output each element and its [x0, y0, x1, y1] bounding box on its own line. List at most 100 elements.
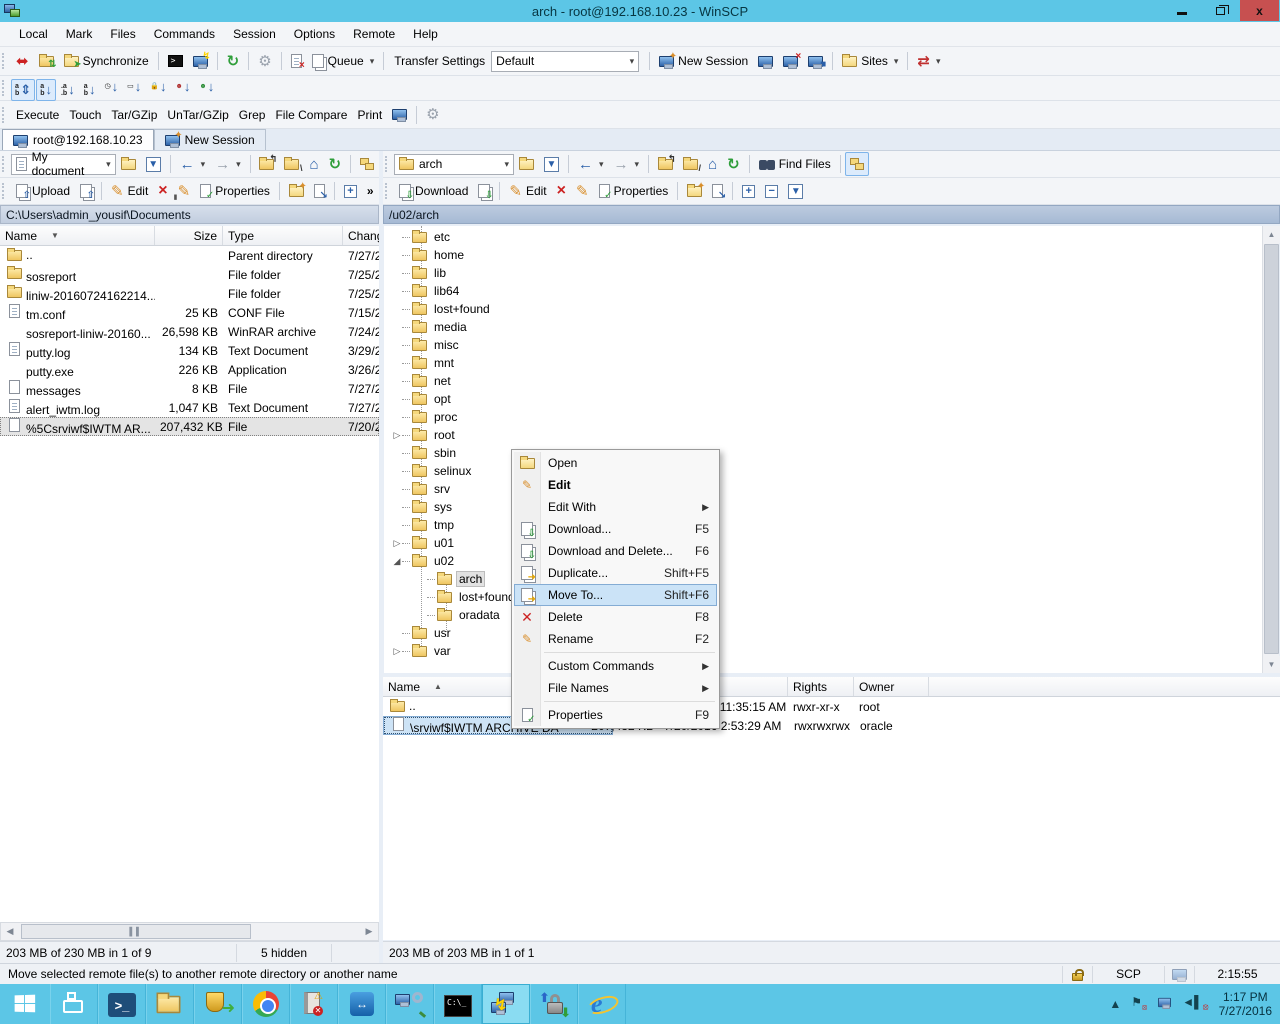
expander-collapsed-icon[interactable]: ▷	[392, 538, 402, 549]
right-home-directory-button[interactable]: ⌂	[703, 152, 722, 176]
scrollbar-thumb[interactable]	[1264, 244, 1279, 654]
right-delete-button[interactable]: ×	[552, 179, 571, 203]
taskbar-lock-transfer[interactable]: ⬆⬇	[530, 984, 578, 1024]
sort-type-down-button[interactable]: ab↓	[80, 79, 100, 101]
taskbar-shield-migrate[interactable]: ➜	[194, 984, 242, 1024]
tree-item-var[interactable]: ▷var	[392, 642, 453, 660]
sort-ext-down-button[interactable]: .a.b↓	[57, 79, 79, 101]
right-parent-directory-button[interactable]: ↰	[653, 152, 678, 176]
restore-button[interactable]	[1201, 0, 1240, 21]
taskbar-clock[interactable]: 1:17 PM 7/27/2016	[1219, 990, 1272, 1018]
menu-item-open[interactable]: Open	[514, 452, 717, 474]
table-row[interactable]: sosreportFile folder7/25/2	[0, 265, 379, 284]
tree-item-srv[interactable]: srv	[392, 480, 452, 498]
local-drive-select[interactable]: My document▾	[11, 154, 116, 175]
menu-mark[interactable]: Mark	[57, 24, 102, 44]
preferences-button[interactable]: ⚙	[253, 49, 276, 73]
left-expand-button[interactable]: +	[339, 179, 362, 203]
left-refresh-button[interactable]: ↻	[324, 152, 347, 176]
tree-scrollbar[interactable]: ▲ ▼	[1262, 226, 1279, 673]
menu-item-properties[interactable]: ✓PropertiesF9	[514, 704, 717, 726]
scrollbar-thumb[interactable]: ▌▌	[21, 924, 251, 939]
session-tab-new[interactable]: ✦ New Session	[154, 129, 266, 150]
left-new-file-button[interactable]: ↘	[309, 179, 330, 203]
menu-item-file-names[interactable]: File Names▶	[514, 677, 717, 699]
local-path-bar[interactable]: C:\Users\admin_yousif\Documents	[0, 205, 379, 224]
menu-help[interactable]: Help	[404, 24, 447, 44]
right-root-directory-button[interactable]: /	[678, 152, 703, 176]
tree-item-sys[interactable]: sys	[392, 498, 454, 516]
panel-splitter[interactable]	[379, 151, 383, 963]
tray-network-icon[interactable]	[1157, 997, 1172, 1011]
refresh-button[interactable]: ↻	[222, 49, 245, 73]
tree-item-opt[interactable]: opt	[392, 390, 453, 408]
left-horizontal-scrollbar[interactable]: ◀ ▌▌ ▶	[0, 922, 379, 941]
sort-owner-down-button[interactable]: ☻↓	[171, 75, 194, 97]
table-row[interactable]: ↰..Parent directory7/27/2	[0, 246, 379, 265]
right-column-rights[interactable]: Rights	[788, 677, 854, 696]
command-untar-gzip[interactable]: UnTar/GZip	[162, 103, 233, 127]
new-session-button[interactable]: ✦New Session	[654, 49, 753, 73]
expander-expanded-icon[interactable]: ◢	[392, 556, 402, 567]
menu-item-move-to-[interactable]: ➜Move To...Shift+F6	[514, 584, 717, 606]
tree-item-sbin[interactable]: sbin	[392, 444, 458, 462]
menu-item-download-and-delete-[interactable]: ⇩Download and Delete...F6	[514, 540, 717, 562]
taskbar-computer-search[interactable]	[386, 984, 434, 1024]
table-row[interactable]: putty.exe226 KBApplication3/26/2	[0, 360, 379, 379]
taskbar-chrome[interactable]	[242, 984, 290, 1024]
tree-item-lost+found[interactable]: lost+found	[417, 588, 517, 606]
open-console-button[interactable]: >	[163, 49, 188, 73]
save-session-button[interactable]: ■	[803, 49, 828, 73]
expander-collapsed-icon[interactable]: ▷	[392, 646, 402, 657]
left-column-name[interactable]: Name▼	[0, 226, 155, 245]
sort-size-down-button[interactable]: ▭↓	[123, 75, 145, 97]
menu-commands[interactable]: Commands	[145, 24, 224, 44]
left-open-directory-button[interactable]	[116, 152, 141, 176]
command-touch[interactable]: Touch	[64, 103, 106, 127]
tree-item-selinux[interactable]: selinux	[392, 462, 473, 480]
tree-item-misc[interactable]: misc	[392, 336, 461, 354]
taskbar-notebook-warning[interactable]: ⚠✕	[290, 984, 338, 1024]
upload-button[interactable]: ⇧Upload	[11, 179, 75, 203]
tree-item-lib[interactable]: lib	[392, 264, 448, 282]
right-open-directory-button[interactable]	[514, 152, 539, 176]
right-forward-button[interactable]: →▾	[609, 152, 645, 176]
taskbar-winscp[interactable]: ↯	[482, 984, 530, 1024]
command-grep[interactable]: Grep	[234, 103, 271, 127]
tree-item-root[interactable]: ▷root	[392, 426, 457, 444]
menu-item-download-[interactable]: ⇩Download...F5	[514, 518, 717, 540]
right-new-file-button[interactable]: ↘	[707, 179, 728, 203]
right-filter-button[interactable]: ▼	[539, 152, 564, 176]
tree-item-usr[interactable]: usr	[392, 624, 453, 642]
scroll-up-icon[interactable]: ▲	[1263, 226, 1280, 243]
table-row[interactable]: alert_iwtm.log1,047 KBText Document7/27/…	[0, 398, 379, 417]
open-terminal-button[interactable]: ↯	[188, 49, 213, 73]
tree-item-lost+found[interactable]: lost+found	[392, 300, 492, 318]
sort-rights-down-button[interactable]: 🔒↓	[146, 75, 170, 97]
find-files-button[interactable]: Find Files	[754, 152, 836, 176]
start-button[interactable]	[0, 984, 50, 1024]
table-row[interactable]: sosreport-liniw-20160...26,598 KBWinRAR …	[0, 322, 379, 341]
right-column-owner[interactable]: Owner	[854, 677, 929, 696]
left-root-directory-button[interactable]: \	[279, 152, 304, 176]
hidden-files-count[interactable]: 5 hidden	[237, 944, 332, 962]
download-alt-button[interactable]: ⇩	[473, 179, 495, 203]
sites-button[interactable]: Sites▾	[837, 49, 903, 73]
duplicate-session-button[interactable]	[753, 49, 778, 73]
expander-collapsed-icon[interactable]: ▷	[392, 430, 402, 441]
table-row[interactable]: %5Csrviwf$IWTM AR...207,432 KBFile7/20/2	[0, 417, 379, 436]
left-edit-button[interactable]: ✎Edit	[106, 179, 153, 203]
synchronize-browsing-button[interactable]: ⇅	[34, 49, 59, 73]
tree-item-u02[interactable]: ◢u02	[392, 552, 456, 570]
session-tab-active[interactable]: root@192.168.10.23	[2, 129, 154, 150]
menu-item-edit-with[interactable]: Edit With▶	[514, 496, 717, 518]
menu-remote[interactable]: Remote	[344, 24, 404, 44]
download-button[interactable]: ⇩Download	[394, 179, 473, 203]
right-expand-button[interactable]: +	[737, 179, 760, 203]
encryption-lock-indicator[interactable]	[1063, 966, 1093, 983]
toggle-panels-button[interactable]: ⬌	[11, 49, 34, 73]
left-home-directory-button[interactable]: ⌂	[304, 152, 323, 176]
command-execute[interactable]: Execute	[11, 103, 64, 127]
tree-item-oradata[interactable]: oradata	[417, 606, 502, 624]
remote-path-bar[interactable]: /u02/arch	[383, 205, 1280, 224]
